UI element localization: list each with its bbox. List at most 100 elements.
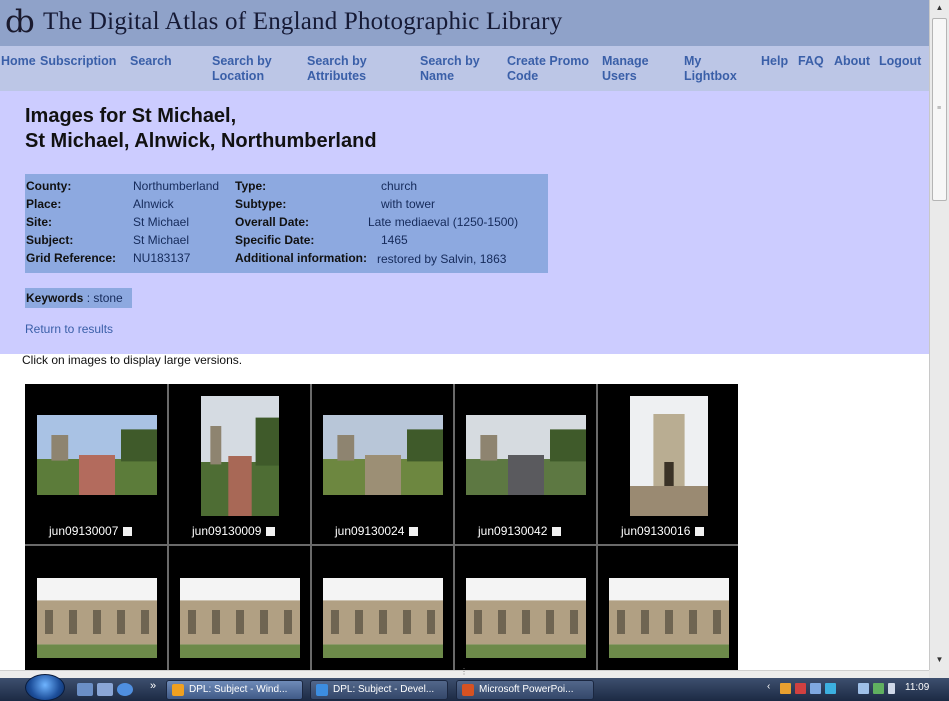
additional-info-value: restored by Salvin, 1863 xyxy=(377,252,507,266)
subject-value: St Michael xyxy=(133,233,190,247)
site-logo-icon[interactable]: ȸ xyxy=(5,2,35,42)
thumbnail-cell: jun09130024 xyxy=(311,384,454,544)
church-photo-thumbnail[interactable] xyxy=(466,578,586,658)
tray-volume-icon[interactable] xyxy=(888,683,895,694)
subject-label: Subject: xyxy=(26,233,74,247)
return-to-results-link[interactable]: Return to results xyxy=(25,322,113,336)
page-title-line2: St Michael, Alnwick, Northumberland xyxy=(25,130,377,152)
tray-security-icon[interactable] xyxy=(795,683,806,694)
thumbnail-id: jun09130042 xyxy=(478,524,548,538)
tray-network-icon[interactable] xyxy=(810,683,821,694)
thumbnail-id: jun09130024 xyxy=(335,524,405,538)
thumbnail-caption: jun09130007 xyxy=(49,524,133,538)
taskbar-button-devtools[interactable]: DPL: Subject - Devel... xyxy=(310,680,448,700)
site-value: St Michael xyxy=(133,215,190,229)
church-photo-thumbnail[interactable] xyxy=(630,396,708,516)
grid-divider xyxy=(310,384,312,670)
site-title: The Digital Atlas of England Photographi… xyxy=(43,8,563,35)
grip-icon: ≡ xyxy=(937,105,942,112)
show-desktop-icon[interactable] xyxy=(77,683,93,696)
thumbnail-caption: jun09130016 xyxy=(621,524,705,538)
church-photo-thumbnail[interactable] xyxy=(37,578,157,658)
start-button-icon[interactable] xyxy=(25,674,65,701)
subtype-value: with tower xyxy=(381,197,436,211)
grid-divider xyxy=(25,544,738,546)
scroll-thumb[interactable]: ≡ xyxy=(932,18,947,201)
type-value: church xyxy=(381,179,418,193)
select-checkbox[interactable] xyxy=(552,527,562,536)
nav-logout[interactable]: Logout xyxy=(879,54,921,69)
taskbar-button-label: DPL: Subject - Devel... xyxy=(333,684,435,695)
nav-faq[interactable]: FAQ xyxy=(798,54,824,69)
grid-reference-label: Grid Reference: xyxy=(26,251,117,265)
scroll-down-arrow-icon[interactable]: ▼ xyxy=(930,652,949,668)
clock: 11:09 xyxy=(905,682,930,693)
thumbnail-cell xyxy=(25,546,168,670)
nav-home[interactable]: Home xyxy=(1,54,36,69)
church-photo-thumbnail[interactable] xyxy=(201,396,279,516)
nav-create-promo[interactable]: Create Promo Code xyxy=(507,54,589,84)
additional-info-label: Additional information: xyxy=(235,251,367,265)
nav-subscription[interactable]: Subscription xyxy=(40,54,116,69)
church-photo-thumbnail[interactable] xyxy=(180,578,300,658)
details-table: County: Northumberland Place: Alnwick Si… xyxy=(25,174,548,273)
scroll-corner xyxy=(929,670,949,678)
select-checkbox[interactable] xyxy=(123,527,133,536)
county-value: Northumberland xyxy=(133,179,220,193)
select-checkbox[interactable] xyxy=(266,527,276,536)
devtools-window-icon xyxy=(316,684,328,696)
keywords-value: stone xyxy=(93,291,123,305)
select-checkbox[interactable] xyxy=(409,527,419,536)
nav-help[interactable]: Help xyxy=(761,54,788,69)
thumbnail-cell xyxy=(454,546,597,670)
tray-display-icon[interactable] xyxy=(825,683,836,694)
overall-date-label: Overall Date: xyxy=(235,215,310,229)
church-photo-thumbnail[interactable] xyxy=(323,415,443,495)
county-label: County: xyxy=(26,179,72,193)
thumbnail-id: jun09130007 xyxy=(49,524,119,538)
ie-window-icon xyxy=(172,684,184,696)
nav-search-name[interactable]: Search by Name xyxy=(420,54,480,84)
main-nav: Home Subscription Search Search by Locati… xyxy=(0,46,929,91)
tray-app-icon[interactable] xyxy=(780,683,791,694)
horizontal-scrollbar[interactable]: ⋮ xyxy=(0,667,929,678)
church-photo-thumbnail[interactable] xyxy=(466,415,586,495)
church-photo-thumbnail[interactable] xyxy=(323,578,443,658)
place-value: Alnwick xyxy=(133,197,174,211)
thumbnail-caption: jun09130042 xyxy=(478,524,562,538)
vertical-scrollbar[interactable]: ▲ ≡ ▼ xyxy=(929,0,949,670)
grid-reference-value: NU183137 xyxy=(133,251,191,265)
switch-windows-icon[interactable] xyxy=(97,683,113,696)
thumbnail-cell: jun09130016 xyxy=(597,384,738,544)
thumbnail-cell xyxy=(168,546,311,670)
scroll-up-arrow-icon[interactable]: ▲ xyxy=(930,0,949,16)
type-label: Type: xyxy=(235,179,267,193)
select-checkbox[interactable] xyxy=(695,527,705,536)
grid-divider xyxy=(596,384,598,670)
click-hint-text: Click on images to display large version… xyxy=(22,353,243,367)
tray-expand-icon[interactable]: ‹ xyxy=(767,681,770,692)
nav-about[interactable]: About xyxy=(834,54,870,69)
internet-explorer-icon[interactable] xyxy=(117,683,133,696)
place-label: Place: xyxy=(26,197,62,211)
church-photo-thumbnail[interactable] xyxy=(609,578,729,658)
tray-wifi-icon[interactable] xyxy=(873,683,884,694)
thumbnail-grid: jun09130007 jun09130009 jun09130024 jun0913… xyxy=(25,384,738,670)
keywords-separator: : xyxy=(83,291,94,305)
nav-manage-users[interactable]: Manage Users xyxy=(602,54,649,84)
subtype-label: Subtype: xyxy=(235,197,287,211)
specific-date-value: 1465 xyxy=(381,233,408,247)
keywords-line: Keywords : stone xyxy=(25,288,132,308)
nav-my-lightbox[interactable]: My Lightbox xyxy=(684,54,737,84)
thumbnail-id: jun09130016 xyxy=(621,524,691,538)
quick-launch-chevron-icon[interactable]: » xyxy=(150,680,156,692)
taskbar-button-ie[interactable]: DPL: Subject - Wind... xyxy=(166,680,303,700)
taskbar-button-powerpoint[interactable]: Microsoft PowerPoi... xyxy=(456,680,594,700)
church-photo-thumbnail[interactable] xyxy=(37,415,157,495)
nav-search[interactable]: Search xyxy=(130,54,172,69)
nav-search-location[interactable]: Search by Location xyxy=(212,54,272,84)
page-title-line1: Images for St Michael, xyxy=(25,105,237,127)
tray-sync-icon[interactable] xyxy=(858,683,869,694)
nav-search-attributes[interactable]: Search by Attributes xyxy=(307,54,367,84)
overall-date-value: Late mediaeval (1250-1500) xyxy=(368,215,519,229)
